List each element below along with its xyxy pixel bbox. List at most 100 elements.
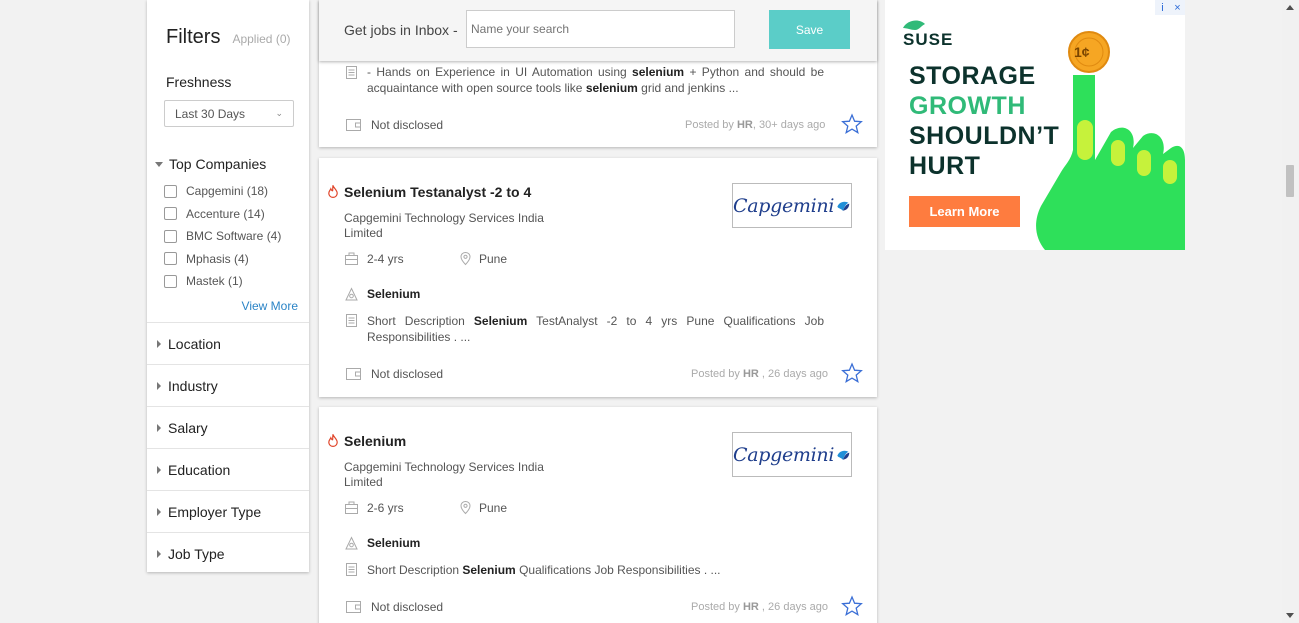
facet-label: Employer Type <box>168 503 262 520</box>
scroll-down-icon[interactable] <box>1286 613 1294 618</box>
star-icon[interactable] <box>841 595 863 617</box>
filters-applied-count: Applied (0) <box>232 32 291 46</box>
company-filter-mastek[interactable]: Mastek (1) <box>164 270 281 293</box>
company-logo[interactable]: Capgemini <box>732 432 852 477</box>
job-alert-bar: Get jobs in Inbox - Save <box>319 0 877 61</box>
learn-more-button[interactable]: Learn More <box>909 196 1020 227</box>
caret-down-icon <box>155 161 163 167</box>
skill-icon <box>345 287 358 301</box>
company-filter-bmc[interactable]: BMC Software (4) <box>164 225 281 248</box>
company-filter-label: Mphasis (4) <box>186 251 249 266</box>
experience-text: 2-6 yrs <box>367 501 404 515</box>
checkbox[interactable] <box>164 252 177 266</box>
wallet-icon <box>346 601 361 613</box>
hot-job-icon <box>328 185 338 198</box>
job-description: - Hands on Experience in UI Automation u… <box>367 65 824 95</box>
inbox-label: Get jobs in Inbox - <box>344 22 458 38</box>
skill-icon <box>345 536 358 550</box>
ad-headline-4: HURT <box>909 152 981 180</box>
facet-employer-type[interactable]: Employer Type <box>147 490 309 532</box>
top-companies-label: Top Companies <box>169 156 267 172</box>
ad-close-icon[interactable]: × <box>1170 0 1185 15</box>
job-title-link[interactable]: Selenium Testanalyst -2 to 4 <box>344 184 531 200</box>
company-filter-label: Mastek (1) <box>186 274 243 289</box>
description-icon <box>346 66 357 79</box>
checkbox[interactable] <box>164 274 177 288</box>
facet-job-type[interactable]: Job Type <box>147 532 309 574</box>
checkbox[interactable] <box>164 229 177 243</box>
filters-title: Filters <box>166 26 221 48</box>
company-logo-text: Capgemini <box>733 443 835 466</box>
facet-salary[interactable]: Salary <box>147 406 309 448</box>
briefcase-icon <box>345 252 358 265</box>
caret-right-icon <box>157 339 161 348</box>
location-pin-icon <box>460 500 471 515</box>
description-icon <box>346 314 357 327</box>
checkbox[interactable] <box>164 207 177 221</box>
company-filter-capgemini[interactable]: Capgemini (18) <box>164 180 281 203</box>
description-icon <box>346 563 357 576</box>
ad-headline-2: GROWTH <box>909 92 1026 120</box>
salary-text: Not disclosed <box>371 367 444 381</box>
facet-location[interactable]: Location <box>147 322 309 364</box>
briefcase-icon <box>345 501 358 514</box>
filters-header: Filters Applied (0) <box>166 26 290 49</box>
job-card[interactable]: Selenium Capgemini Technology Services I… <box>319 407 877 623</box>
job-card[interactable]: Selenium Testanalyst -2 to 4 Capgemini T… <box>319 158 877 397</box>
scroll-thumb[interactable] <box>1286 165 1294 197</box>
posted-info: Posted by HR , 26 days ago <box>691 368 828 380</box>
company-filter-mphasis[interactable]: Mphasis (4) <box>164 248 281 271</box>
facet-label: Location <box>168 335 221 352</box>
caret-right-icon <box>157 423 161 432</box>
company-filter-label: Accenture (14) <box>186 206 265 221</box>
top-companies-toggle[interactable]: Top Companies <box>155 156 266 172</box>
salary-text: Not disclosed <box>371 600 444 614</box>
chevron-down-icon: ⌄ <box>275 108 283 118</box>
spade-logo-icon <box>837 450 850 460</box>
posted-info: Posted by HR , 26 days ago <box>691 601 828 613</box>
job-description: Short Description Selenium TestAnalyst -… <box>367 314 825 344</box>
location-pin-icon <box>460 251 471 266</box>
caret-right-icon <box>157 465 161 474</box>
company-logo-text: Capgemini <box>733 194 835 217</box>
coin-label: 1¢ <box>1074 44 1090 60</box>
view-more-link[interactable]: View More <box>242 299 298 313</box>
facet-label: Salary <box>168 419 208 436</box>
job-title-link[interactable]: Selenium <box>344 433 406 449</box>
company-filter-accenture[interactable]: Accenture (14) <box>164 203 281 226</box>
job-description: Short Description Selenium Qualification… <box>367 563 721 577</box>
search-name-input[interactable] <box>466 10 735 48</box>
scroll-up-icon[interactable] <box>1286 5 1294 10</box>
ad-headline-3: SHOULDN’T <box>909 122 1060 150</box>
skill-tag: Selenium <box>367 536 421 550</box>
hot-job-icon <box>328 434 338 447</box>
ad-banner[interactable]: 1¢ i × SUSE STORAGE GROWTH SHOULDN’T HUR… <box>885 0 1185 250</box>
facet-education[interactable]: Education <box>147 448 309 490</box>
company-list: Capgemini (18) Accenture (14) BMC Softwa… <box>164 180 281 293</box>
salary-text: Not disclosed <box>371 118 444 132</box>
company-logo[interactable]: Capgemini <box>732 183 852 228</box>
location-text: Pune <box>479 501 508 515</box>
experience-text: 2-4 yrs <box>367 252 404 266</box>
star-icon[interactable] <box>841 362 863 384</box>
page-scrollbar[interactable] <box>1282 0 1299 623</box>
company-name[interactable]: Capgemini Technology Services India Limi… <box>344 460 544 490</box>
caret-right-icon <box>157 507 161 516</box>
facet-industry[interactable]: Industry <box>147 364 309 406</box>
caret-right-icon <box>157 549 161 558</box>
company-filter-label: BMC Software (4) <box>186 229 282 244</box>
location-text: Pune <box>479 252 508 266</box>
filters-sidebar: Filters Applied (0) Freshness Last 30 Da… <box>147 0 309 572</box>
company-filter-label: Capgemini (18) <box>186 184 269 199</box>
freshness-label: Freshness <box>166 74 232 90</box>
checkbox[interactable] <box>164 184 177 198</box>
spade-logo-icon <box>837 201 850 211</box>
wallet-icon <box>346 368 361 380</box>
ad-controls: i × <box>1155 0 1185 15</box>
star-icon[interactable] <box>841 113 863 135</box>
company-name[interactable]: Capgemini Technology Services India Limi… <box>344 211 544 241</box>
ad-info-icon[interactable]: i <box>1155 0 1170 15</box>
save-button[interactable]: Save <box>769 10 850 49</box>
facet-label: Education <box>168 461 231 478</box>
freshness-select[interactable]: Last 30 Days ⌄ <box>164 100 294 127</box>
